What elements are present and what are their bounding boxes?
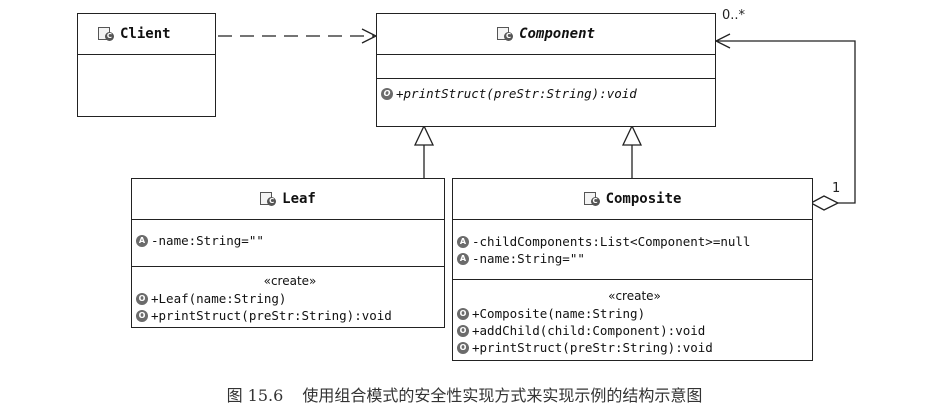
leaf-attribute-name: A -name:String="" (136, 232, 444, 249)
composite-attributes: A -childComponents:List<Component>=null … (453, 220, 812, 280)
composite-operation-addchild: O +addChild(child:Component):void (457, 322, 812, 339)
client-class-name: Client (120, 26, 171, 42)
composite-operations: «create» O +Composite(name:String) O +ad… (453, 280, 812, 360)
public-method-icon: O (457, 324, 469, 337)
private-field-icon: A (136, 234, 148, 247)
uml-diagram: 0..* 1 C Client C Component O +printStru… (0, 0, 929, 417)
leaf-stereotype: «create» (263, 274, 317, 288)
generalization-leaf-to-component (413, 124, 435, 178)
leaf-operations: «create» O +Leaf(name:String) O +printSt… (132, 267, 444, 328)
class-icon: C (260, 192, 277, 206)
figure-caption: 图 15.6 使用组合模式的安全性实现方式来实现示例的结构示意图 (0, 382, 929, 406)
public-method-icon: O (136, 309, 148, 322)
client-class-body (78, 55, 215, 115)
component-class[interactable]: C Component O +printStruct(preStr:String… (376, 13, 716, 127)
leaf-attributes: A -name:String="" (132, 220, 444, 267)
composite-operation-printstruct: O +printStruct(preStr:String):void (457, 339, 812, 356)
composite-class-header: C Composite (453, 179, 812, 220)
composite-operation-constructor: O +Composite(name:String) (457, 305, 812, 322)
client-class-header: C Client (78, 14, 215, 55)
figure-number: 图 15.6 (226, 386, 284, 405)
leaf-class-header: C Leaf (132, 179, 444, 220)
leaf-class[interactable]: C Leaf A -name:String="" «create» O +Lea… (131, 178, 445, 328)
composite-attribute-name: A -name:String="" (457, 250, 812, 267)
composite-class-name: Composite (605, 191, 682, 207)
multiplicity-many: 0..* (722, 8, 746, 23)
component-class-name: Component (519, 26, 595, 42)
public-method-icon: O (381, 87, 393, 100)
multiplicity-one: 1 (832, 181, 841, 196)
component-operations: O +printStruct(preStr:String):void (377, 79, 715, 106)
class-icon: C (583, 192, 600, 206)
generalization-composite-to-component (621, 124, 643, 178)
private-field-icon: A (457, 235, 469, 248)
component-class-header: C Component (377, 14, 715, 55)
client-class[interactable]: C Client (77, 13, 216, 117)
figure-caption-text: 使用组合模式的安全性实现方式来实现示例的结构示意图 (302, 386, 703, 405)
dependency-client-to-component (218, 28, 378, 44)
public-method-icon: O (457, 307, 469, 320)
component-operation-printstruct: O +printStruct(preStr:String):void (381, 85, 715, 102)
class-icon: C (497, 27, 514, 41)
leaf-operation-constructor: O +Leaf(name:String) (136, 290, 444, 307)
private-field-icon: A (457, 252, 469, 265)
composite-stereotype: «create» (608, 289, 661, 303)
leaf-class-name: Leaf (282, 191, 316, 207)
composite-class[interactable]: C Composite A -childComponents:List<Comp… (452, 178, 813, 361)
composite-attribute-children: A -childComponents:List<Component>=null (457, 233, 812, 250)
public-method-icon: O (457, 341, 469, 354)
class-icon: C (98, 27, 114, 41)
component-attributes (377, 55, 715, 79)
leaf-operation-printstruct: O +printStruct(preStr:String):void (136, 307, 444, 324)
public-method-icon: O (136, 292, 148, 305)
